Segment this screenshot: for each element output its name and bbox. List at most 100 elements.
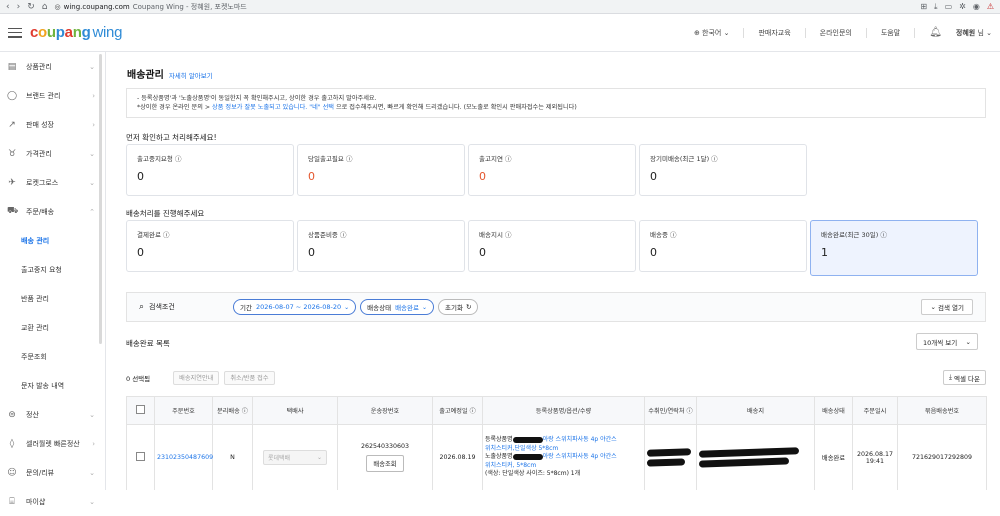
- select-all-checkbox[interactable]: [136, 405, 145, 414]
- back-icon[interactable]: ‹: [6, 0, 10, 14]
- period-filter[interactable]: 기간 2026-08-07 ~ 2026-08-20 ⌄: [233, 299, 357, 315]
- shop-icon: ⌸: [9, 496, 15, 507]
- chevron-right-icon: ›: [92, 91, 95, 100]
- header-order-no: 주문번호: [154, 396, 213, 425]
- product-link[interactable]: 아랑 스위치파사동 4p 야간스: [543, 453, 617, 460]
- translate-icon[interactable]: ⊞: [920, 2, 927, 12]
- card-delayed[interactable]: 출고지연 ⓘ 0: [468, 144, 636, 196]
- forward-icon[interactable]: ›: [17, 0, 21, 14]
- sidebar-item-order[interactable]: ⛟ 주문/배송 ⌃: [0, 197, 105, 226]
- search-icon: ⌕: [139, 302, 145, 312]
- wallet-icon: ◊: [9, 438, 15, 449]
- sidebar-item-brand[interactable]: ◯ 브랜드 관리 ›: [0, 81, 105, 110]
- download-icon[interactable]: ⤓: [934, 2, 938, 12]
- help-link[interactable]: 자세히 알아보기: [169, 70, 213, 80]
- status-filter[interactable]: 배송상태 배송완료 ⌄: [360, 299, 435, 315]
- sidebar-item-settlement[interactable]: ⊜ 정산 ⌄: [0, 400, 105, 429]
- sidebar-item-growth[interactable]: ↗ 판매 성장 ›: [0, 110, 105, 139]
- chevron-down-icon: ⌄: [421, 303, 428, 311]
- card-long-undelivered[interactable]: 장기미배송(최근 1달) ⓘ 0: [639, 144, 807, 196]
- sidebar-item-wallet[interactable]: ◊ 셀러월렛 빠른정산 ›: [0, 429, 105, 458]
- home-icon[interactable]: ⌂: [42, 0, 48, 14]
- notice-line-2: *상이한 경우 온라인 문의 > 상품 정보가 잘못 노출되고 있습니다. "네…: [137, 104, 577, 111]
- card-same-day[interactable]: 당일출고필요 ⓘ 0: [297, 144, 465, 196]
- download-icon: ⤓: [949, 373, 952, 381]
- sidebar-sub-exchange[interactable]: 교환 관리: [0, 313, 105, 342]
- address-redacted: [696, 424, 815, 490]
- tab-icon[interactable]: ▭: [945, 2, 953, 12]
- hamburger-menu-icon[interactable]: [8, 27, 22, 38]
- excel-download-button[interactable]: ⤓ 엑셀 다운: [943, 370, 986, 385]
- sidebar-item-inquiry[interactable]: ☺ 문의/리뷰 ⌄: [0, 458, 105, 487]
- sidebar-sub-sms[interactable]: 문자 발송 내역: [0, 371, 105, 400]
- chevron-down-icon: ⌄: [89, 468, 95, 477]
- product-info: 등록상품명 아랑 스위치파사동 4p 야간스 위치스티커,단일색상 5*8cm 노…: [482, 424, 645, 490]
- product-link[interactable]: 아랑 스위치파사동 4p 야간스: [543, 436, 617, 443]
- extension-icon[interactable]: ✲: [959, 2, 966, 12]
- header-split: 분리배송 ⓘ: [212, 396, 253, 425]
- chevron-down-icon: ⌄: [316, 454, 322, 461]
- order-number-link[interactable]: 23102350487609: [157, 454, 213, 461]
- header-address: 배송지: [696, 396, 815, 425]
- header-tracking: 운송장번호: [337, 396, 433, 425]
- card-preparing[interactable]: 상품준비중 ⓘ 0: [297, 220, 465, 272]
- card-delivered[interactable]: 배송완료(최근 30일) ⓘ 1: [810, 220, 978, 276]
- list-toolbar: 0 선택됨 배송지연안내 취소/반품 접수 ⤓ 엑셀 다운: [126, 370, 986, 385]
- lock-icon: ◎: [54, 2, 61, 11]
- chevron-right-icon: ›: [92, 439, 95, 448]
- profile-icon[interactable]: ◉: [973, 2, 980, 12]
- nav-seller-education[interactable]: 판매자교육: [758, 28, 790, 38]
- header-select-all[interactable]: [126, 396, 155, 425]
- page-title: 배송관리: [127, 70, 164, 81]
- status-value: 배송완료: [814, 424, 853, 490]
- bell-icon[interactable]: 🔔︎: [929, 27, 942, 38]
- recipient-redacted: [644, 424, 697, 490]
- warning-icon[interactable]: ⚠: [987, 2, 994, 12]
- delay-notice-button[interactable]: 배송지연안내: [173, 370, 220, 385]
- card-ship-order[interactable]: 배송지시 ⓘ 0: [468, 220, 636, 272]
- redacted-block: [512, 453, 543, 460]
- card-shipment-stop[interactable]: 출고중지요청 ⓘ 0: [126, 144, 294, 196]
- courier-select[interactable]: 롯데택배 ⌄: [263, 450, 327, 465]
- open-search-button[interactable]: ⌄ 검색 열기: [921, 299, 973, 315]
- browser-toolbar: ‹ › ↻ ⌂ ◎ wing.coupang.com Coupang Wing …: [0, 0, 1000, 14]
- chevron-down-icon: ⌄: [89, 178, 95, 187]
- chat-icon: ☺: [7, 467, 17, 478]
- reload-icon[interactable]: ↻: [27, 0, 35, 14]
- redacted-block: [698, 457, 790, 468]
- header-product: 등록상품명/옵션/수량: [482, 396, 645, 425]
- user-menu[interactable]: 정혜원 님 ⌄: [956, 28, 992, 38]
- table-header-row: 주문번호 분리배송 ⓘ 택배사 운송장번호 출고예정일 ⓘ 등록상품명/옵션/수…: [126, 396, 987, 425]
- card-paid[interactable]: 결제완료 ⓘ 0: [126, 220, 294, 272]
- sidebar-sub-return[interactable]: 반품 관리: [0, 284, 105, 313]
- sidebar-item-myshop[interactable]: ⌸ 마이샵 ⌄: [0, 487, 105, 516]
- search-conditions-bar: ⌕ 검색조건 기간 2026-08-07 ~ 2026-08-20 ⌄ 배송상태 배송완…: [126, 292, 986, 322]
- split-value: N: [212, 424, 253, 490]
- address-bar[interactable]: ◎ wing.coupang.com Coupang Wing - 정혜원, 포…: [54, 2, 246, 12]
- sidebar-sub-delivery[interactable]: 배송 관리: [0, 226, 105, 255]
- sidebar-sub-lookup[interactable]: 주문조회: [0, 342, 105, 371]
- tracking-number: 262540330603: [360, 443, 410, 450]
- sidebar-item-price[interactable]: ♉ 가격관리 ⌄: [0, 139, 105, 168]
- truck-icon: ⛟: [7, 206, 19, 216]
- coupang-wing-logo[interactable]: coupang wing: [30, 24, 122, 41]
- won-icon: ⊜: [8, 409, 16, 420]
- reset-button[interactable]: 초기화 ↻: [438, 299, 479, 315]
- nav-help[interactable]: 도움말: [881, 28, 900, 38]
- nav-online-inquiry[interactable]: 온라인문의: [820, 28, 852, 38]
- redacted-block: [646, 458, 686, 467]
- box-icon: ▤: [7, 61, 17, 72]
- cancel-return-button[interactable]: 취소/반품 접수: [224, 370, 275, 385]
- sidebar-sub-stop[interactable]: 출고중지 요청: [0, 255, 105, 284]
- per-page-select[interactable]: 10개씩 보기 ⌄: [916, 333, 978, 350]
- chevron-down-icon: ⌄: [89, 149, 95, 158]
- card-in-transit[interactable]: 배송중 ⓘ 0: [639, 220, 807, 272]
- row-checkbox[interactable]: [136, 452, 145, 461]
- app-header: coupang wing ⊕ 한국어 ⌄ 판매자교육 온라인문의 도움말 🔔︎ 정…: [0, 14, 1000, 52]
- sidebar-item-product[interactable]: ▤ 상품관리 ⌄: [0, 52, 105, 81]
- language-select[interactable]: ⊕ 한국어 ⌄: [694, 28, 730, 38]
- header-bundle-no: 묶음배송번호: [897, 396, 987, 425]
- sidebar-item-rocket[interactable]: ✈ 로켓그로스 ⌄: [0, 168, 105, 197]
- track-delivery-button[interactable]: 배송조회: [366, 455, 404, 472]
- order-time: 2026.08.17 19:41: [852, 424, 898, 490]
